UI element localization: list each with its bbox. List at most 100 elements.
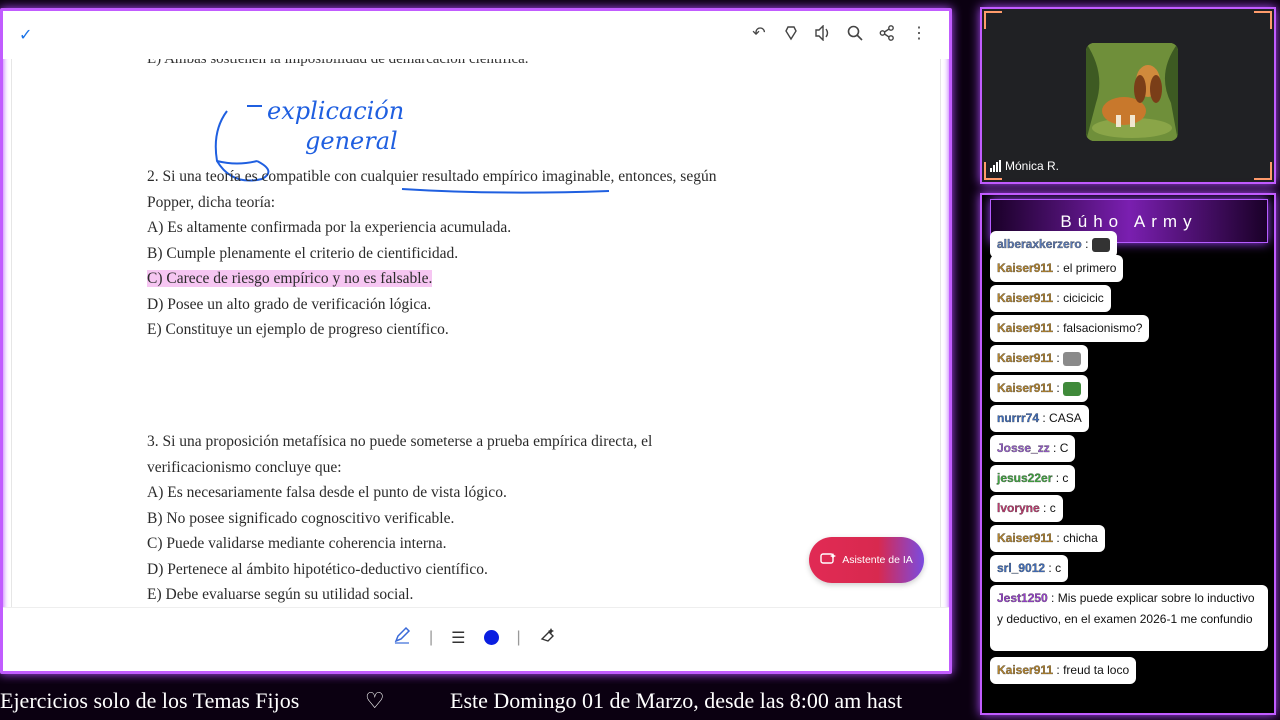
- chat-username[interactable]: Kaiser911: [997, 531, 1053, 545]
- divider: |: [429, 628, 434, 646]
- divider: |: [516, 628, 521, 646]
- line-weight-icon[interactable]: ☰: [451, 628, 465, 648]
- toolbar-icons: ↶ ⋮: [749, 23, 929, 43]
- chat-bubble: srl_9012 : c: [990, 555, 1069, 582]
- emote-icon: [1063, 351, 1082, 366]
- emote-icon: [1091, 237, 1110, 252]
- emote-icon: [1063, 381, 1082, 396]
- chat-bubble: jesus22er : c: [990, 465, 1076, 492]
- chat-username[interactable]: Kaiser911: [997, 291, 1053, 305]
- ai-sparkle-icon: [820, 552, 837, 569]
- chat-message: Kaiser911 : chicha: [990, 525, 1272, 555]
- chat-bubble: Kaiser911 : chicha: [990, 525, 1105, 552]
- chat-username[interactable]: Jest1250: [997, 591, 1048, 605]
- color-swatch[interactable]: [483, 630, 499, 645]
- q3-stem-line1: 3. Si una proposición metafísica no pued…: [147, 433, 653, 450]
- chat-username[interactable]: Kaiser911: [997, 663, 1053, 677]
- chat-username[interactable]: Josse_zz: [997, 441, 1050, 455]
- heart-icon: ♡: [364, 688, 385, 713]
- chat-message: nurrr74 : CASA: [990, 405, 1272, 435]
- q3-option-c: C) Puede validarse mediante coherencia i…: [147, 535, 447, 552]
- ticker-text-2: Este Domingo 01 de Marzo, desde las 8:00…: [450, 688, 903, 713]
- chat-message: alberaxkerzero :: [990, 231, 1272, 258]
- q2-stem-line2: Popper, dicha teoría:: [147, 193, 276, 211]
- chat-text: cicicicic: [1063, 291, 1104, 305]
- more-icon[interactable]: ⋮: [909, 23, 929, 43]
- chat-message: Kaiser911 :: [990, 345, 1272, 375]
- chat-username[interactable]: Kaiser911: [997, 351, 1053, 365]
- chat-bubble: Kaiser911 :: [990, 345, 1089, 372]
- chat-text: c: [1062, 471, 1069, 485]
- chat-username[interactable]: jesus22er: [997, 471, 1053, 485]
- webcam-panel: Mónica R.: [980, 7, 1276, 184]
- ticker-text-1: Ejercicios solo de los Temas Fijos: [0, 688, 300, 713]
- chat-text: el primero: [1063, 261, 1117, 275]
- chat-username[interactable]: nurrr74: [997, 411, 1039, 425]
- chat-bubble: Kaiser911 : freud ta loco: [990, 657, 1137, 684]
- chat-message: lvoryne : c: [990, 495, 1272, 525]
- q3-option-e: E) Debe evaluarse según su utilidad soci…: [147, 586, 414, 603]
- share-icon[interactable]: [877, 23, 897, 43]
- chat-message: Kaiser911 : freud ta loco: [990, 657, 1272, 687]
- previous-option-text: E) Ambas sostienen la imposibilidad de d…: [147, 59, 529, 67]
- check-icon[interactable]: ✓: [19, 25, 32, 45]
- chat-message: Josse_zz : C: [990, 435, 1272, 465]
- q3-option-a: A) Es necesariamente falsa desde el punt…: [147, 484, 507, 501]
- chat-message: Kaiser911 : cicicicic: [990, 285, 1272, 315]
- chat-bubble: Josse_zz : C: [990, 435, 1076, 462]
- search-icon[interactable]: [845, 23, 865, 43]
- chat-username[interactable]: srl_9012: [997, 561, 1045, 575]
- chat-username[interactable]: Kaiser911: [997, 261, 1053, 275]
- chat-message: jesus22er : c: [990, 465, 1272, 495]
- chat-panel: Búho Army alberaxkerzero : Kaiser911 : e…: [980, 193, 1276, 715]
- chat-bubble: Kaiser911 : el primero: [990, 255, 1124, 282]
- q2-option-a: A) Es altamente confirmada por la experi…: [147, 219, 512, 236]
- chat-text: c: [1055, 561, 1062, 575]
- viewer-toolbar: ✓ ↶ ⋮: [3, 11, 949, 59]
- chat-username[interactable]: lvoryne: [997, 501, 1040, 515]
- chat-message: Kaiser911 :: [990, 375, 1272, 405]
- chat-text: falsacionismo?: [1063, 321, 1143, 335]
- chat-bubble: nurrr74 : CASA: [990, 405, 1089, 432]
- chat-message: Kaiser911 : el primero: [990, 255, 1272, 285]
- read-aloud-icon[interactable]: [781, 23, 801, 43]
- undo-icon[interactable]: ↶: [749, 23, 769, 43]
- chat-messages: alberaxkerzero : Kaiser911 : el primero K…: [990, 231, 1272, 687]
- handwriting-text: explicación: [267, 97, 404, 125]
- chat-bubble: Kaiser911 : cicicicic: [990, 285, 1111, 312]
- chat-text: CASA: [1049, 411, 1082, 425]
- signal-icon: [990, 160, 1001, 172]
- ai-assistant-label: Asistente de IA: [842, 554, 913, 566]
- chat-bubble: Kaiser911 : falsacionismo?: [990, 315, 1150, 342]
- document-viewer: ✓ ↶ ⋮ E) Ambas sostienen la imposibilida…: [0, 8, 952, 674]
- q2-option-e: E) Constituye un ejemplo de progreso cie…: [147, 321, 449, 338]
- pen-icon[interactable]: [393, 626, 411, 649]
- svg-text:general: general: [305, 127, 398, 155]
- avatar: [1086, 43, 1178, 141]
- news-ticker: Ejercicios solo de los Temas Fijos ♡ Est…: [0, 684, 952, 720]
- chat-text: c: [1049, 501, 1056, 515]
- chat-bubble: Kaiser911 :: [990, 375, 1089, 402]
- chat-bubble: Jest1250 : Mis puede explicar sobre lo i…: [990, 585, 1268, 651]
- question-2: 2. Si una teoría es compatible con cualq…: [147, 164, 716, 343]
- document-page: E) Ambas sostienen la imposibilidad de d…: [11, 59, 941, 607]
- q2-option-b: B) Cumple plenamente el criterio de cien…: [147, 244, 459, 262]
- q3-option-b: B) No posee significado cognoscitivo ver…: [147, 509, 455, 527]
- chat-text: freud ta loco: [1063, 663, 1130, 677]
- chat-message: Kaiser911 : falsacionismo?: [990, 315, 1272, 345]
- chat-text: C: [1059, 441, 1069, 455]
- q3-option-d: D) Pertenece al ámbito hipotético-deduct…: [147, 560, 488, 578]
- volume-icon[interactable]: [813, 23, 833, 43]
- chat-bubble: lvoryne : c: [990, 495, 1063, 522]
- chat-username[interactable]: Kaiser911: [997, 381, 1053, 395]
- ai-assistant-button[interactable]: Asistente de IA: [809, 537, 924, 583]
- chat-message: Jest1250 : Mis puede explicar sobre lo i…: [990, 585, 1272, 657]
- chat-bubble: alberaxkerzero :: [990, 231, 1117, 258]
- chat-username[interactable]: Kaiser911: [997, 321, 1053, 335]
- participant-name-label: Mónica R.: [1005, 159, 1060, 173]
- participant-name: Mónica R.: [990, 159, 1059, 173]
- eraser-icon[interactable]: [539, 626, 557, 649]
- q2-option-c-highlighted: C) Carece de riesgo empírico y no es fal…: [147, 270, 433, 287]
- chat-username[interactable]: alberaxkerzero: [997, 237, 1082, 251]
- q2-option-d: D) Posee un alto grado de verificación l…: [147, 295, 432, 313]
